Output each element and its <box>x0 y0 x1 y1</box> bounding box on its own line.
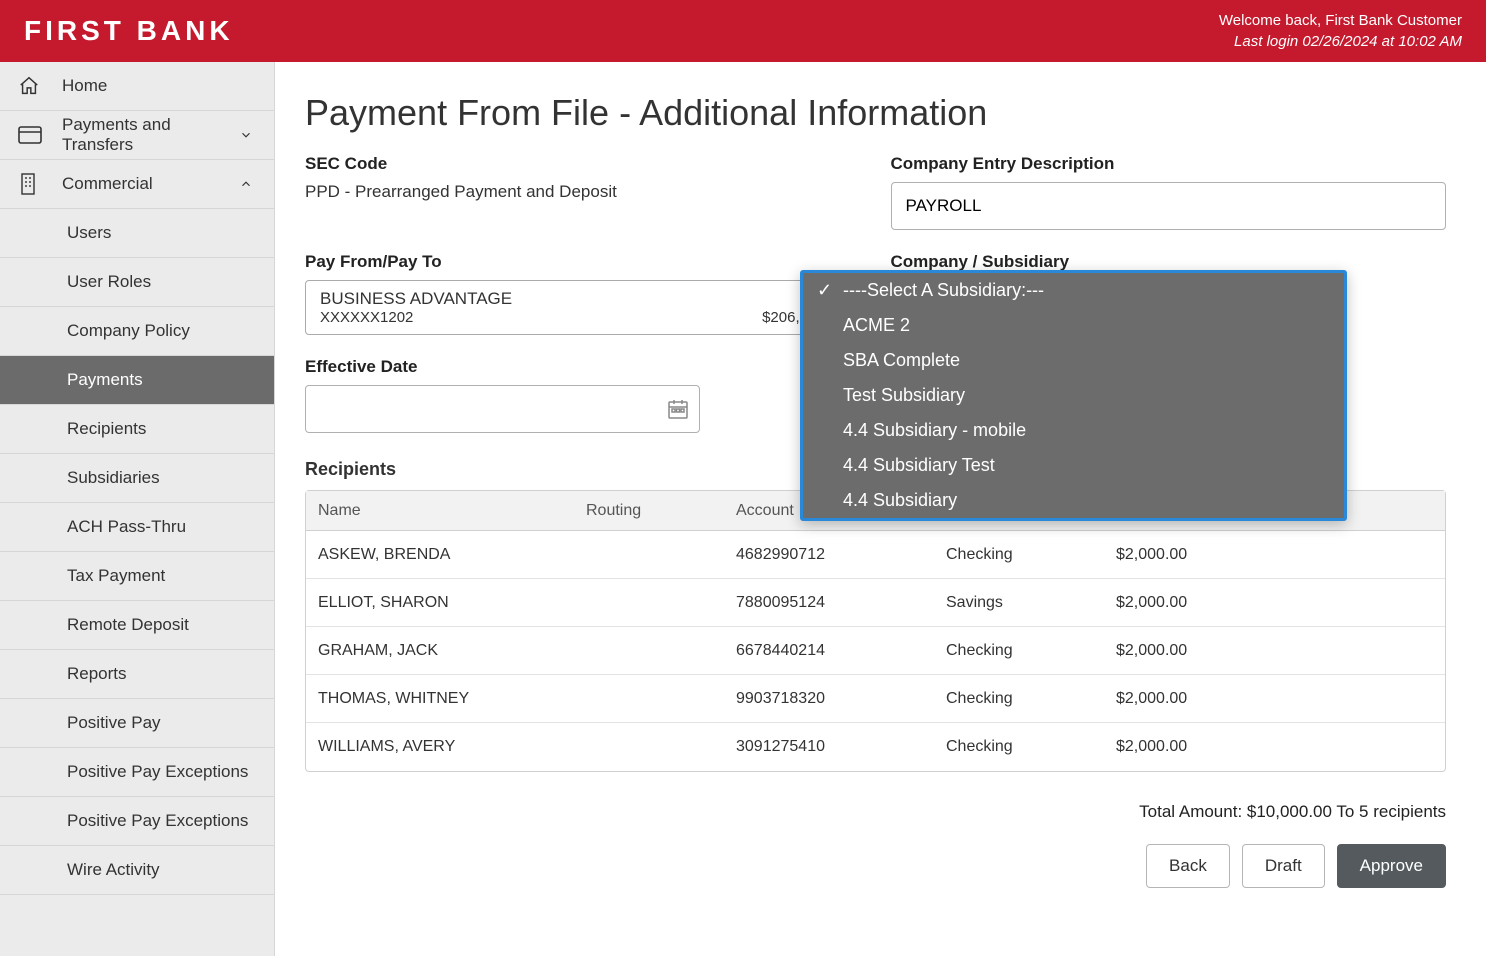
company-entry-desc-input[interactable] <box>891 182 1447 230</box>
pay-from-to-label: Pay From/Pay To <box>305 252 861 272</box>
card-icon <box>18 126 48 144</box>
subsidiary-option[interactable]: 4.4 Subsidiary Test <box>803 448 1344 483</box>
cell-account: 7880095124 <box>736 594 946 612</box>
sidebar-item-payments[interactable]: Payments <box>0 356 274 405</box>
cell-account: 4682990712 <box>736 546 946 564</box>
nav-payments-transfers[interactable]: Payments and Transfers <box>0 111 274 160</box>
table-row: THOMAS, WHITNEY 9903718320Checking$2,000.… <box>306 675 1445 723</box>
subsidiary-option[interactable]: SBA Complete <box>803 343 1344 378</box>
pay-from-account-selector[interactable]: BUSINESS ADVANTAGE XXXXXX1202 $206,875.0… <box>305 280 861 335</box>
cell-account-type: Checking <box>946 738 1116 756</box>
cell-amount: $2,000.00 <box>1116 738 1226 756</box>
cell-account: 3091275410 <box>736 738 946 756</box>
table-row: GRAHAM, JACK 6678440214Checking$2,000.00 <box>306 627 1445 675</box>
nav-commercial[interactable]: Commercial <box>0 160 274 209</box>
sidebar-item-company-policy[interactable]: Company Policy <box>0 307 274 356</box>
sidebar-item-tax-payment[interactable]: Tax Payment <box>0 552 274 601</box>
total-amount-text: Total Amount: $10,000.00 To 5 recipients <box>305 802 1446 822</box>
sidebar-item-wire-activity[interactable]: Wire Activity <box>0 846 274 895</box>
cell-account-type: Savings <box>946 594 1116 612</box>
back-button[interactable]: Back <box>1146 844 1230 888</box>
subsidiary-option[interactable]: 4.4 Subsidiary <box>803 483 1344 518</box>
cell-account-type: Checking <box>946 546 1116 564</box>
cell-name: ELLIOT, SHARON <box>306 594 586 612</box>
sidebar: Home Payments and Transfers Commercial U… <box>0 62 275 956</box>
building-icon <box>18 173 48 195</box>
approve-button[interactable]: Approve <box>1337 844 1446 888</box>
nav-home[interactable]: Home <box>0 62 274 111</box>
cell-amount: $2,000.00 <box>1116 594 1226 612</box>
welcome-text: Welcome back, First Bank Customer <box>1219 10 1462 31</box>
sidebar-item-positive-pay-exceptions-1[interactable]: Positive Pay Exceptions <box>0 748 274 797</box>
cell-amount: $2,000.00 <box>1116 690 1226 708</box>
subsidiary-dropdown[interactable]: ----Select A Subsidiary:---ACME 2SBA Com… <box>800 270 1347 521</box>
cell-name: ASKEW, BRENDA <box>306 546 586 564</box>
sidebar-item-recipients[interactable]: Recipients <box>0 405 274 454</box>
subsidiary-option[interactable]: 4.4 Subsidiary - mobile <box>803 413 1344 448</box>
sec-code-label: SEC Code <box>305 154 861 174</box>
main-content: Payment From File - Additional Informati… <box>275 62 1486 956</box>
calendar-icon[interactable] <box>666 397 690 421</box>
subsidiary-option[interactable]: ----Select A Subsidiary:--- <box>803 273 1344 308</box>
sidebar-item-positive-pay-exceptions-2[interactable]: Positive Pay Exceptions <box>0 797 274 846</box>
draft-button[interactable]: Draft <box>1242 844 1325 888</box>
sidebar-item-positive-pay[interactable]: Positive Pay <box>0 699 274 748</box>
chevron-up-icon <box>236 177 256 191</box>
account-name: BUSINESS ADVANTAGE <box>320 289 846 309</box>
app-header: FIRST BANK Welcome back, First Bank Cust… <box>0 0 1486 62</box>
effective-date-input[interactable] <box>305 385 700 433</box>
table-row: ASKEW, BRENDA 4682990712Checking$2,000.00 <box>306 531 1445 579</box>
page-title: Payment From File - Additional Informati… <box>305 92 1446 134</box>
sidebar-item-users[interactable]: Users <box>0 209 274 258</box>
cell-amount: $2,000.00 <box>1116 546 1226 564</box>
cell-name: THOMAS, WHITNEY <box>306 690 586 708</box>
cell-amount: $2,000.00 <box>1116 642 1226 660</box>
cell-account: 6678440214 <box>736 642 946 660</box>
sec-code-value: PPD - Prearranged Payment and Deposit <box>305 182 861 202</box>
cell-name: WILLIAMS, AVERY <box>306 738 586 756</box>
sidebar-item-ach-passthru[interactable]: ACH Pass-Thru <box>0 503 274 552</box>
subsidiary-option[interactable]: ACME 2 <box>803 308 1344 343</box>
home-icon <box>18 75 48 97</box>
sidebar-item-remote-deposit[interactable]: Remote Deposit <box>0 601 274 650</box>
sidebar-item-user-roles[interactable]: User Roles <box>0 258 274 307</box>
recipients-table: Name Routing Account Account Type Amount… <box>305 490 1446 772</box>
nav-commercial-label: Commercial <box>48 174 236 194</box>
brand-logo: FIRST BANK <box>24 15 234 47</box>
company-entry-desc-label: Company Entry Description <box>891 154 1447 174</box>
cell-account-type: Checking <box>946 642 1116 660</box>
chevron-down-icon <box>236 128 256 142</box>
table-row: ELLIOT, SHARON 7880095124Savings$2,000.00 <box>306 579 1445 627</box>
cell-account-type: Checking <box>946 690 1116 708</box>
col-name: Name <box>306 502 586 520</box>
table-row: WILLIAMS, AVERY 3091275410Checking$2,000.… <box>306 723 1445 771</box>
company-subsidiary-label: Company / Subsidiary <box>891 252 1447 272</box>
last-login-text: Last login 02/26/2024 at 10:02 AM <box>1219 31 1462 52</box>
subsidiary-option[interactable]: Test Subsidiary <box>803 378 1344 413</box>
sidebar-item-reports[interactable]: Reports <box>0 650 274 699</box>
account-masked: XXXXXX1202 <box>320 309 413 326</box>
sidebar-item-subsidiaries[interactable]: Subsidiaries <box>0 454 274 503</box>
cell-name: GRAHAM, JACK <box>306 642 586 660</box>
welcome-block: Welcome back, First Bank Customer Last l… <box>1219 10 1462 52</box>
cell-account: 9903718320 <box>736 690 946 708</box>
col-routing: Routing <box>586 502 736 520</box>
nav-payments-transfers-label: Payments and Transfers <box>48 115 236 155</box>
effective-date-label: Effective Date <box>305 357 861 377</box>
nav-home-label: Home <box>48 76 256 96</box>
